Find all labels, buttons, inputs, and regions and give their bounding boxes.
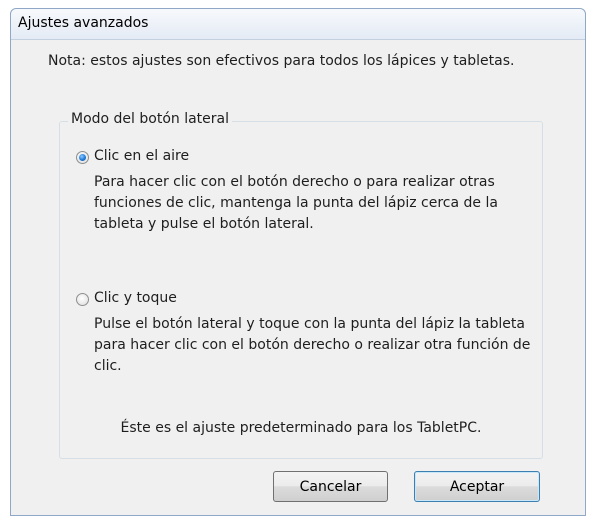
note-text: Nota: estos ajustes son efectivos para t… — [48, 53, 515, 69]
click-and-tap-description: Pulse el botón lateral y toque con la pu… — [94, 316, 531, 374]
side-button-mode-group: Modo del botón lateral Clic en el aire P… — [59, 111, 543, 459]
group-legend: Modo del botón lateral — [68, 111, 233, 127]
title-bar[interactable]: Ajustes avanzados — [11, 9, 585, 40]
window-title: Ajustes avanzados — [18, 15, 149, 31]
cancel-button[interactable]: Cancelar — [273, 471, 388, 502]
click-and-tap-radio[interactable] — [76, 293, 89, 306]
ok-button[interactable]: Aceptar — [414, 471, 540, 502]
click-and-tap-label[interactable]: Clic y toque — [94, 290, 177, 306]
hover-click-radio[interactable] — [76, 151, 89, 164]
dialog-window: Ajustes avanzados Nota: estos ajustes so… — [10, 8, 586, 516]
hover-click-description: Para hacer clic con el botón derecho o p… — [94, 174, 498, 232]
default-setting-note: Éste es el ajuste predeterminado para lo… — [120, 420, 482, 436]
hover-click-label[interactable]: Clic en el aire — [94, 148, 189, 164]
